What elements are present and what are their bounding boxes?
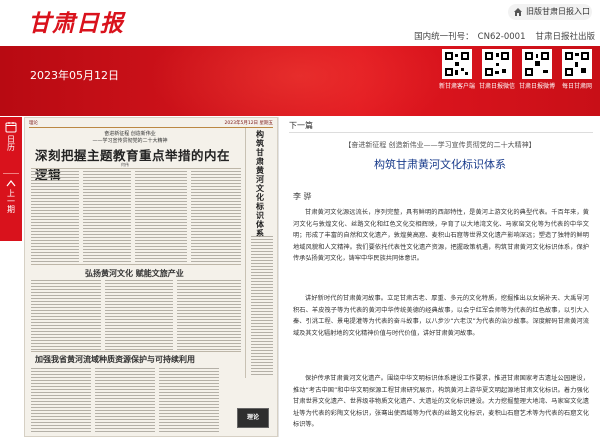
text-column (251, 236, 273, 376)
qr-code-icon (442, 49, 472, 79)
page-bottom-headline[interactable]: 加强我省黄河流域种质资源保护与可持续利用 (35, 354, 195, 365)
article-title: 构筑甘肃黄河文化标识体系 (374, 158, 506, 171)
qr-website[interactable]: 每日甘肃网 (558, 49, 596, 90)
cn-label: 国内统一刊号： (414, 32, 474, 42)
page-kicker-sub: ——学习宣传贯彻党的二十大精神 (92, 138, 168, 144)
article-paragraph: 讲好新时代的甘肃黄河故事。立足甘肃古老、厚重、多元的文化特质，挖掘推出以女娲补天… (293, 295, 589, 337)
edition-name: 理论 (29, 121, 38, 126)
article-panel: 下一篇 【奋进新征程 创造新伟业——学习宣传贯彻党的二十大精神】 构筑甘肃黄河文… (278, 117, 600, 437)
text-column (31, 368, 91, 432)
article-paragraph: 保护传承甘肃黄河文化遗产。围绕中华文明标识体系建设工作要求，推进甘肃国家考古遗址… (293, 375, 589, 429)
qr-wechat[interactable]: 甘肃日报微信 (478, 49, 516, 90)
next-article-link[interactable]: 下一篇 (289, 120, 313, 131)
left-rail: 日历 上一期 (0, 117, 22, 241)
old-version-label: 旧版甘肃日报入口 (526, 7, 590, 16)
page-photo: 理论 (237, 408, 269, 428)
qr-code-icon (482, 49, 512, 79)
previous-issue-button[interactable]: 上一期 (0, 179, 22, 215)
photo-label: 理论 (246, 414, 259, 421)
text-column (31, 171, 79, 263)
newspaper-page[interactable]: 理论 2023年5月12日 星期五 奋进新征程 创造新伟业 ——学习宣传贯彻党的… (24, 117, 278, 437)
qr-label: 甘肃日报微信 (478, 83, 515, 90)
text-column (83, 171, 131, 263)
text-column (135, 171, 187, 263)
issue-date: 2023年05月12日 (30, 69, 119, 82)
qr-code-icon (562, 49, 592, 79)
qr-weibo[interactable]: 甘肃日报微博 (518, 49, 556, 90)
page-kicker: 奋进新征程 创造新伟业 (104, 131, 156, 137)
home-icon (514, 8, 522, 16)
article-author: 李 骅 (293, 192, 312, 201)
date-banner: 2023年05月12日 新甘肃客户端 甘肃日报微信 甘肃日报微博 每日甘肃网 (0, 46, 600, 116)
qr-label: 新甘肃客户端 (438, 83, 475, 90)
text-column (191, 171, 241, 263)
publication-info: 国内统一刊号： CN62-0001 甘肃日报社出版 (410, 30, 595, 42)
text-column (177, 280, 241, 350)
chevron-up-icon (6, 180, 16, 187)
text-column (95, 368, 155, 432)
banner-glow (150, 46, 450, 116)
text-column (105, 280, 173, 350)
text-column (31, 280, 101, 350)
text-column (159, 368, 219, 432)
calendar-icon (5, 122, 17, 133)
rule (31, 351, 241, 352)
column-divider (245, 128, 246, 378)
article-paragraph: 甘肃黄河文化源远流长，序列完整，具有鲜明的西部特性，是黄河上游文化的典型代表。千… (293, 209, 589, 263)
page-vertical-title[interactable]: 构筑甘肃黄河文化标识体系 (253, 130, 267, 238)
publisher: 甘肃日报社出版 (535, 32, 595, 42)
divider (289, 132, 593, 133)
top-header: 甘肃日报 旧版甘肃日报入口 国内统一刊号： CN62-0001 甘肃日报社出版 (0, 0, 600, 46)
rule (31, 264, 241, 265)
calendar-label: 日历 (6, 135, 16, 151)
article-kicker: 【奋进新征程 创造新伟业——学习宣传贯彻党的二十大精神】 (344, 141, 536, 149)
rule (31, 168, 241, 169)
site-logo[interactable]: 甘肃日报 (28, 4, 124, 38)
qr-label: 甘肃日报微博 (518, 83, 555, 90)
qr-app[interactable]: 新甘肃客户端 (438, 49, 476, 90)
qr-label: 每日甘肃网 (561, 83, 592, 90)
page-sub-headline[interactable]: 弘扬黄河文化 赋能文旅产业 (85, 268, 184, 279)
cn-code: CN62-0001 (477, 32, 526, 42)
page-header-strip: 理论 2023年5月12日 星期五 (29, 120, 273, 128)
edition-date: 2023年5月12日 星期五 (224, 121, 273, 126)
previous-issue-label: 上一期 (6, 189, 16, 213)
qr-code-icon (522, 49, 552, 79)
old-version-link[interactable]: 旧版甘肃日报入口 (508, 4, 592, 20)
rail-divider (3, 173, 19, 174)
calendar-button[interactable]: 日历 (0, 121, 22, 153)
